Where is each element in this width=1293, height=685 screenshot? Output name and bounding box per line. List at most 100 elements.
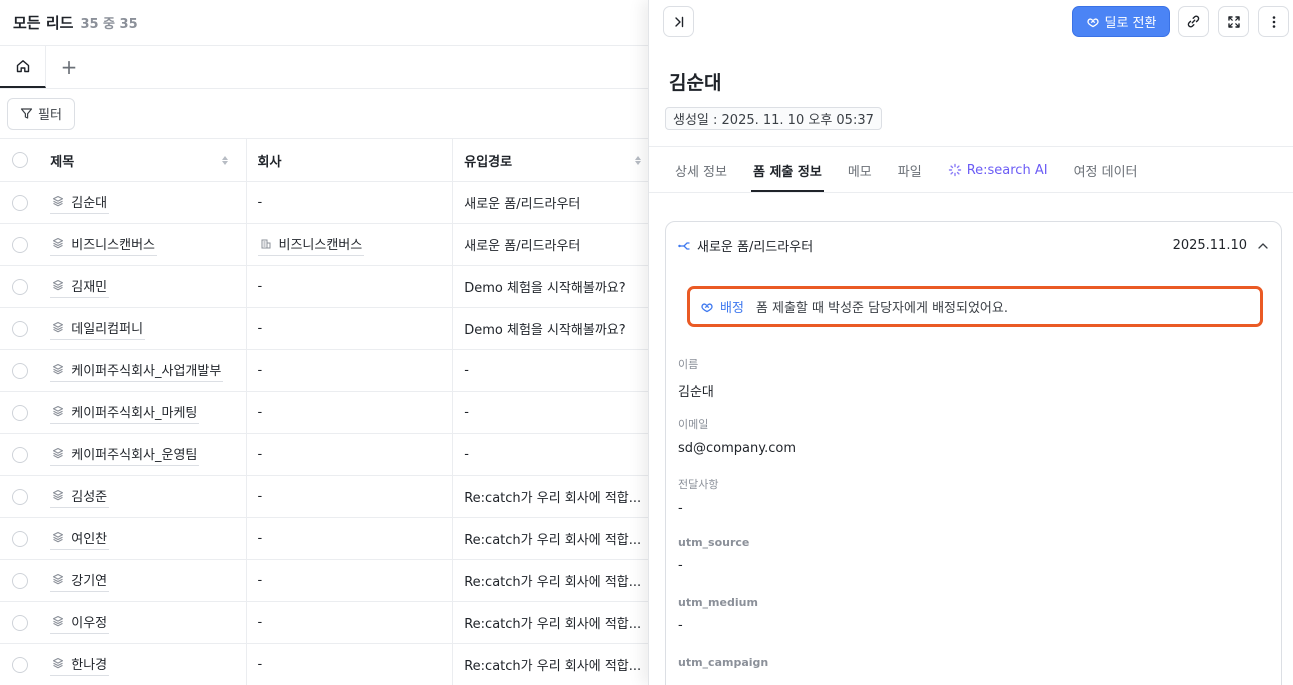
- company-link[interactable]: 비즈니스캔버스: [257, 234, 365, 256]
- add-tab-button[interactable]: +: [46, 46, 92, 88]
- form-submission-card: 새로운 폼/리드라우터 2025.11.10 배정 폼 제출할 때 박성준 담당…: [665, 221, 1282, 685]
- company-value: -: [257, 363, 263, 378]
- lead-icon: [53, 237, 64, 249]
- company-cell: -: [246, 559, 454, 602]
- company-value: -: [257, 573, 263, 588]
- company-value: -: [257, 531, 263, 546]
- row-checkbox[interactable]: [11, 572, 28, 589]
- lead-name: 케이퍼주식회사_마케팅: [71, 405, 198, 421]
- company-cell: -: [246, 181, 454, 224]
- lead-name-link[interactable]: 강기연: [50, 570, 110, 592]
- row-checkbox[interactable]: [11, 530, 28, 547]
- handshake-icon: [1086, 17, 1099, 27]
- copy-link-button[interactable]: [1178, 6, 1209, 37]
- row-checkbox[interactable]: [11, 488, 28, 505]
- table-row[interactable]: 이우정 - Re:catch가 우리 회사에 적합...: [0, 601, 660, 644]
- row-checkbox[interactable]: [11, 404, 28, 421]
- tab-files[interactable]: 파일: [896, 150, 924, 192]
- source-value: Demo 체험을 시작해볼까요?: [464, 323, 626, 338]
- row-select-cell: [0, 223, 40, 266]
- table-row[interactable]: 한나경 - Re:catch가 우리 회사에 적합...: [0, 643, 660, 685]
- source-value: -: [464, 363, 469, 378]
- lead-name-link[interactable]: 비즈니스캔버스: [50, 234, 157, 256]
- lead-name-link[interactable]: 여인찬: [50, 528, 110, 550]
- collapse-panel-button[interactable]: [663, 6, 694, 37]
- table-row[interactable]: 비즈니스캔버스 비즈니스캔버스 새로운 폼/리드라우터: [0, 223, 660, 266]
- column-label: 회사: [257, 154, 282, 170]
- panel-toolbar: 딜로 전환: [649, 0, 1293, 44]
- handshake-icon: [701, 302, 713, 312]
- row-checkbox[interactable]: [11, 446, 28, 463]
- row-checkbox[interactable]: [11, 236, 28, 253]
- source-cell: Demo 체험을 시작해볼까요?: [452, 265, 660, 308]
- tab-journey-data[interactable]: 여정 데이터: [1072, 150, 1140, 192]
- lead-name: 여인찬: [71, 531, 108, 547]
- assignment-message: 폼 제출할 때 박성준 담당자에게 배정되었어요.: [755, 301, 1008, 316]
- tab-detail-info[interactable]: 상세 정보: [673, 150, 729, 192]
- lead-name-link[interactable]: 케이퍼주식회사_사업개발부: [50, 360, 224, 382]
- convert-to-deal-button[interactable]: 딜로 전환: [1072, 6, 1170, 37]
- lead-name-link[interactable]: 김순대: [50, 192, 110, 214]
- table-row[interactable]: 강기연 - Re:catch가 우리 회사에 적합...: [0, 559, 660, 602]
- column-header-source[interactable]: 유입경로: [452, 138, 660, 182]
- table-row[interactable]: 케이퍼주식회사_마케팅 - -: [0, 391, 660, 434]
- table-row[interactable]: 케이퍼주식회사_운영팀 - -: [0, 433, 660, 476]
- table-row[interactable]: 김성준 - Re:catch가 우리 회사에 적합...: [0, 475, 660, 518]
- select-all-checkbox[interactable]: [11, 152, 28, 168]
- table-row[interactable]: 김재민 - Demo 체험을 시작해볼까요?: [0, 265, 660, 308]
- row-select-cell: [0, 391, 40, 434]
- field-label: utm_source: [678, 536, 750, 549]
- title-cell: 김순대: [39, 181, 247, 224]
- table-row[interactable]: 데일리컴퍼니 - Demo 체험을 시작해볼까요?: [0, 307, 660, 350]
- lead-name-link[interactable]: 이우정: [50, 612, 110, 634]
- leads-list: 모든 리드 35 중 35 + 필터 제목 회사 유입경로 김순대 - 새로운 폼/…: [0, 0, 660, 685]
- lead-name-link[interactable]: 김성준: [50, 486, 110, 508]
- lead-name-link[interactable]: 한나경: [50, 654, 110, 676]
- row-checkbox[interactable]: [11, 362, 28, 379]
- row-checkbox[interactable]: [11, 320, 28, 337]
- table-row[interactable]: 여인찬 - Re:catch가 우리 회사에 적합...: [0, 517, 660, 560]
- filter-icon: [20, 108, 33, 119]
- chevron-up-icon[interactable]: [1257, 240, 1269, 252]
- source-value: Re:catch가 우리 회사에 적합...: [464, 575, 642, 590]
- row-checkbox[interactable]: [11, 194, 28, 211]
- company-value: -: [257, 447, 263, 462]
- lead-count: 35 중 35: [80, 17, 138, 32]
- column-header-company[interactable]: 회사: [246, 138, 454, 182]
- row-select-cell: [0, 475, 40, 518]
- tab-home[interactable]: [0, 46, 46, 88]
- field-utm-campaign: utm_campaign: [678, 656, 768, 678]
- lead-name-link[interactable]: 케이퍼주식회사_마케팅: [50, 402, 200, 424]
- row-checkbox[interactable]: [11, 278, 28, 295]
- field-value: 김순대: [678, 385, 714, 400]
- table-row[interactable]: 케이퍼주식회사_사업개발부 - -: [0, 349, 660, 392]
- sort-icon[interactable]: [221, 155, 228, 165]
- home-icon: [16, 60, 29, 73]
- row-select-cell: [0, 433, 40, 476]
- expand-button[interactable]: [1218, 6, 1249, 37]
- lead-name: 김성준: [71, 489, 108, 505]
- filter-button[interactable]: 필터: [7, 97, 75, 130]
- lead-name-link[interactable]: 데일리컴퍼니: [50, 318, 146, 340]
- card-header[interactable]: 새로운 폼/리드라우터 2025.11.10: [678, 236, 1269, 255]
- company-value: -: [257, 405, 263, 420]
- lead-name: 비즈니스캔버스: [71, 237, 155, 253]
- tab-memo[interactable]: 메모: [846, 150, 874, 192]
- lead-name-link[interactable]: 김재민: [50, 276, 110, 298]
- field-value: -: [678, 501, 683, 516]
- row-checkbox[interactable]: [11, 656, 28, 673]
- column-header-title[interactable]: 제목: [39, 138, 247, 182]
- lead-icon: [53, 195, 64, 207]
- lead-icon: [53, 657, 64, 669]
- sort-icon[interactable]: [635, 155, 641, 165]
- more-menu-button[interactable]: [1258, 6, 1289, 37]
- table-row[interactable]: 김순대 - 새로운 폼/리드라우터: [0, 181, 660, 224]
- field-label: 전달사항: [678, 478, 719, 491]
- field-name: 이름 김순대: [678, 356, 714, 400]
- lead-icon: [53, 573, 64, 585]
- tab-form-submission[interactable]: 폼 제출 정보: [750, 150, 824, 192]
- row-checkbox[interactable]: [11, 614, 28, 631]
- lead-icon: [53, 615, 64, 627]
- lead-name-link[interactable]: 케이퍼주식회사_운영팀: [50, 444, 200, 466]
- tab-research-ai[interactable]: Re:search AI: [946, 150, 1050, 192]
